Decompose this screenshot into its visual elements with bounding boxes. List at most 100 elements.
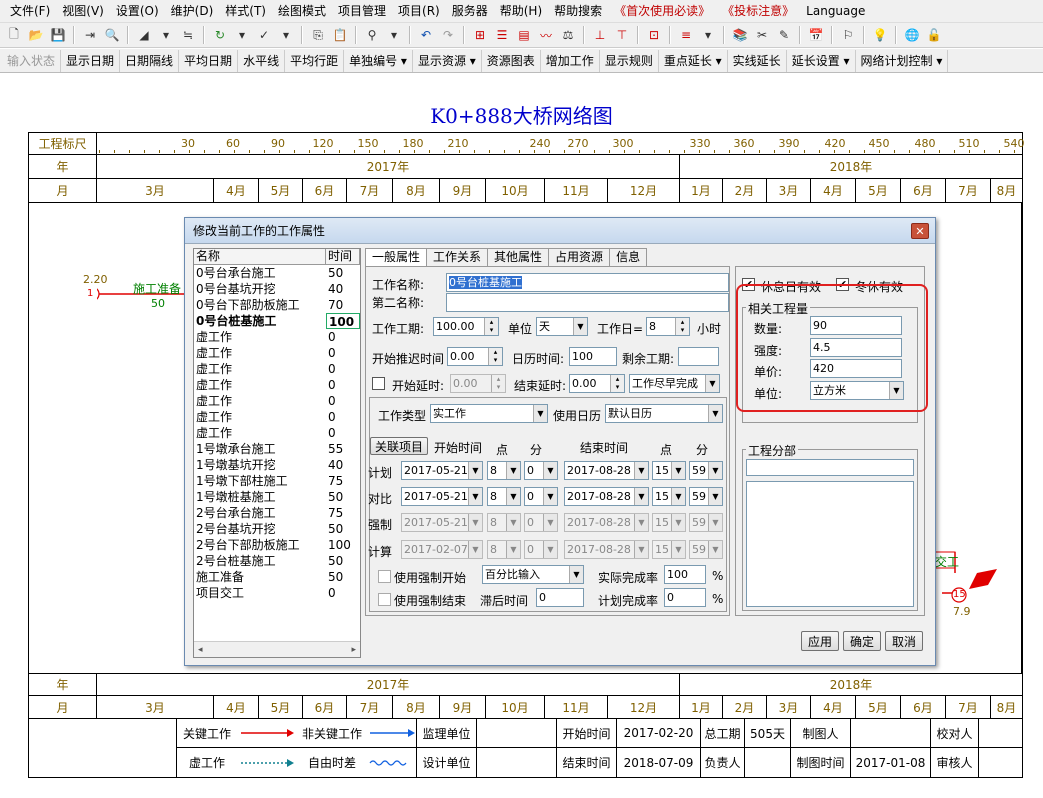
start-hour-select[interactable]: 8 ▼ — [487, 487, 521, 506]
network-control-button[interactable]: 网络计划控制 ▾ — [856, 49, 949, 72]
asap-select[interactable]: 工作尽早完成 ▼ — [629, 374, 720, 393]
print-preview-icon[interactable]: 🔍 — [102, 25, 122, 45]
work-list-item[interactable]: 1号墩桩基施工 50 — [194, 489, 360, 505]
open-folder-icon[interactable]: 📂 — [26, 25, 46, 45]
show-date-button[interactable]: 显示日期 — [61, 49, 121, 72]
chevron-down-icon[interactable]: ▼ — [708, 488, 722, 505]
scroll-left-icon[interactable]: ◂ — [198, 645, 203, 655]
end-hour-select[interactable]: 15 ▼ — [652, 513, 686, 532]
end-delay-spinner[interactable]: ▴ ▾ — [610, 375, 624, 392]
solid-extend-button[interactable]: 实线延长 — [728, 49, 787, 72]
chevron-down-icon[interactable]: ▼ — [573, 318, 587, 335]
key-extend-button[interactable]: 重点延长 ▾ — [659, 49, 728, 72]
dropdown-arrow-icon[interactable]: ▾ — [698, 25, 718, 45]
menu-project[interactable]: 项目(R) — [392, 0, 446, 22]
tools-icon[interactable]: ✂ — [752, 25, 772, 45]
copy-icon[interactable]: ⎘ — [308, 25, 328, 45]
chevron-down-icon[interactable]: ▼ — [543, 462, 557, 479]
plan-rate-input[interactable]: 0 — [664, 588, 706, 607]
dropdown-arrow-icon[interactable]: ▾ — [156, 25, 176, 45]
menu-help-search[interactable]: 帮助搜索 — [548, 0, 608, 22]
chevron-down-icon[interactable]: ▼ — [708, 405, 722, 422]
end-minute-select[interactable]: 59 ▼ — [689, 540, 723, 559]
timeline-icon[interactable]: ▤ — [514, 25, 534, 45]
push-spinner[interactable]: ▴ ▾ — [488, 348, 502, 365]
chevron-down-icon[interactable]: ▼ — [671, 514, 685, 531]
work-list-item[interactable]: 2号台基坑开挖 50 — [194, 521, 360, 537]
edit-icon[interactable]: ✎ — [774, 25, 794, 45]
chevron-down-icon[interactable]: ▼ — [468, 462, 482, 479]
separate-numbering-button[interactable]: 单独编号 ▾ — [344, 49, 413, 72]
unlink-icon[interactable]: ⊤ — [612, 25, 632, 45]
work-type-select[interactable]: 实工作 ▼ — [430, 404, 548, 423]
chevron-down-icon[interactable]: ▼ — [543, 514, 557, 531]
start-delay-spinner[interactable]: ▴ ▾ — [491, 375, 505, 392]
end-date-select[interactable]: 2017-08-28 ▼ — [564, 540, 649, 559]
percent-input-select[interactable]: 百分比输入 ▼ — [482, 565, 584, 584]
show-rules-button[interactable]: 显示规则 — [600, 49, 659, 72]
related-project-button[interactable]: 关联项目 — [370, 437, 428, 455]
duration-spinner[interactable]: ▴ ▾ — [484, 318, 498, 335]
force-start-checkbox[interactable] — [378, 570, 391, 583]
chevron-down-icon[interactable]: ▼ — [634, 462, 648, 479]
link-icon[interactable]: ⊥ — [590, 25, 610, 45]
work-list-item[interactable]: 2号台桩基施工 50 — [194, 553, 360, 569]
chevron-down-icon[interactable]: ▼ — [671, 541, 685, 558]
work-list-item[interactable]: 施工准备 50 — [194, 569, 360, 585]
curve-icon[interactable]: 〰 — [536, 25, 556, 45]
layout-icon[interactable]: ⊡ — [644, 25, 664, 45]
work-list-item[interactable]: 1号墩基坑开挖 40 — [194, 457, 360, 473]
end-date-select[interactable]: 2017-08-28 ▼ — [564, 461, 649, 480]
menu-language[interactable]: Language — [800, 0, 871, 22]
start-delay-input[interactable]: 0.00 ▴ ▾ — [450, 374, 506, 393]
chevron-down-icon[interactable]: ▼ — [708, 462, 722, 479]
start-hour-select[interactable]: 8 ▼ — [487, 461, 521, 480]
chevron-down-icon[interactable]: ▼ — [705, 375, 719, 392]
pin-icon[interactable]: ⚐ — [838, 25, 858, 45]
chevron-down-icon[interactable]: ▼ — [671, 462, 685, 479]
list-header-name[interactable]: 名称 — [194, 249, 326, 264]
work-list-item[interactable]: 项目交工 0 — [194, 585, 360, 601]
chevron-down-icon[interactable]: ▼ — [468, 488, 482, 505]
menu-server[interactable]: 服务器 — [446, 0, 494, 22]
end-minute-select[interactable]: 59 ▼ — [689, 513, 723, 532]
unlock-icon[interactable]: 🔓 — [924, 25, 944, 45]
work-list-item[interactable]: 1号墩下部柱施工 75 — [194, 473, 360, 489]
chevron-down-icon[interactable]: ▼ — [708, 514, 722, 531]
chevron-down-icon[interactable]: ▼ — [634, 541, 648, 558]
end-hour-select[interactable]: 15 ▼ — [652, 540, 686, 559]
date-gridline-button[interactable]: 日期隔线 — [120, 49, 180, 72]
menu-bid-notes[interactable]: 《投标注意》 — [716, 0, 800, 22]
work-list-item[interactable]: 2号台下部肋板施工 100 — [194, 537, 360, 553]
undo-icon[interactable]: ↶ — [416, 25, 436, 45]
menu-style[interactable]: 样式(T) — [219, 0, 272, 22]
fill-color-icon[interactable]: ◢ — [134, 25, 154, 45]
tab-info[interactable]: 信息 — [609, 248, 648, 266]
lag-input[interactable]: 0 — [536, 588, 584, 607]
actual-rate-input[interactable]: 100 — [664, 565, 706, 584]
menu-help[interactable]: 帮助(H) — [494, 0, 548, 22]
line-style-icon[interactable]: ≒ — [178, 25, 198, 45]
work-list-item[interactable]: 虚工作 0 — [194, 409, 360, 425]
menu-project-manage[interactable]: 项目管理 — [332, 0, 392, 22]
chevron-down-icon[interactable]: ▼ — [468, 514, 482, 531]
scroll-right-icon[interactable]: ▸ — [351, 645, 356, 655]
start-node[interactable] — [97, 287, 100, 301]
work-list-item[interactable]: 虚工作 0 — [194, 377, 360, 393]
chevron-down-icon[interactable]: ▼ — [569, 566, 583, 583]
calendar-select[interactable]: 默认日历 ▼ — [605, 404, 723, 423]
chevron-down-icon[interactable]: ▼ — [506, 488, 520, 505]
work-list-item[interactable]: 2号台承台施工 75 — [194, 505, 360, 521]
work-list-item[interactable]: 1号墩承台施工 55 — [194, 441, 360, 457]
start-delay-checkbox[interactable] — [372, 377, 385, 390]
start-date-select[interactable]: 2017-05-21 ▼ — [401, 461, 483, 480]
ok-button[interactable]: 确定 — [843, 631, 881, 651]
horizontal-scrollbar[interactable]: ◂ ▸ — [194, 641, 360, 657]
workday-input[interactable]: 8 ▴ ▾ — [646, 317, 690, 336]
start-date-select[interactable]: 2017-05-21 ▼ — [401, 487, 483, 506]
work-list-item[interactable]: 虚工作 0 — [194, 361, 360, 377]
unit-select[interactable]: 天 ▼ — [536, 317, 588, 336]
menu-maintain[interactable]: 维护(D) — [165, 0, 220, 22]
chevron-down-icon[interactable]: ▼ — [468, 541, 482, 558]
apply-button[interactable]: 应用 — [801, 631, 839, 651]
